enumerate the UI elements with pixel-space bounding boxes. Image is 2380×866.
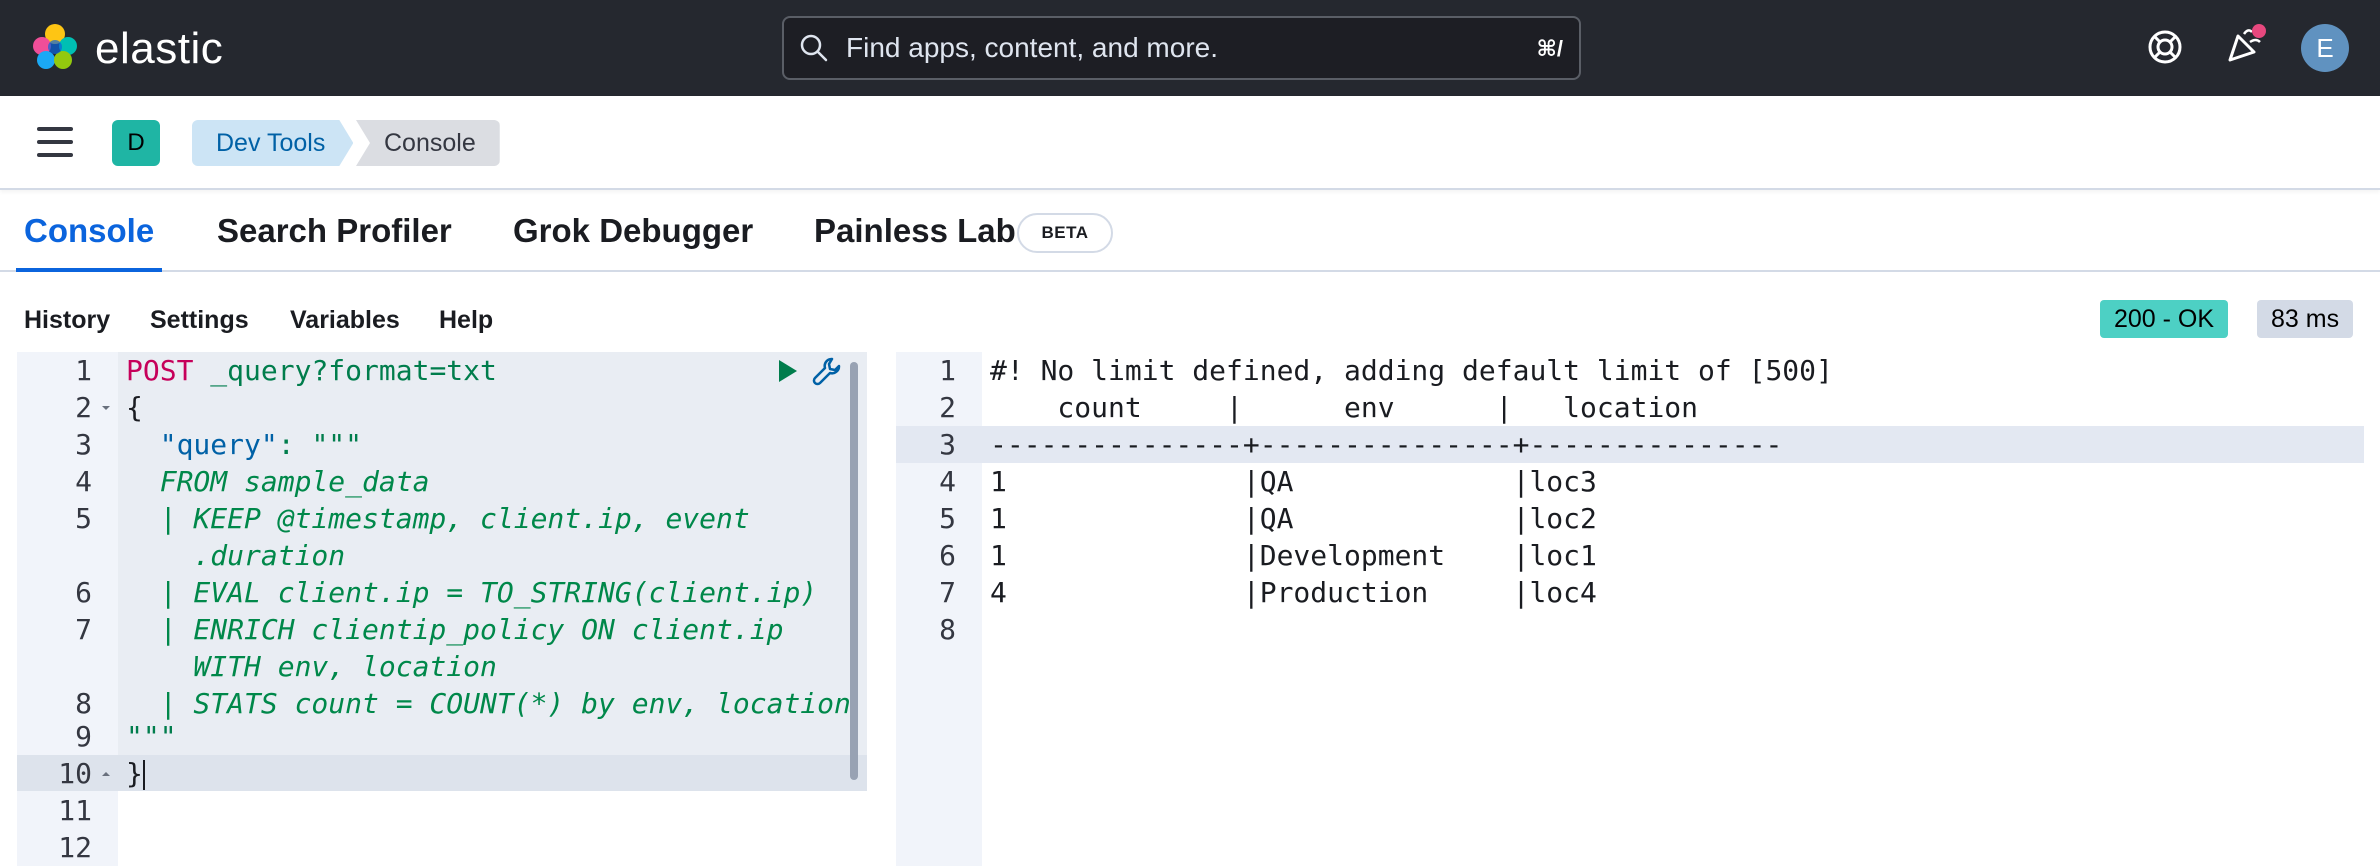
wrench-icon[interactable] [810, 354, 844, 388]
tab-search-profiler[interactable]: Search Profiler [217, 212, 452, 250]
tab-grok-debugger[interactable]: Grok Debugger [513, 212, 753, 250]
history-button[interactable]: History [24, 306, 110, 335]
line-number: 1 [75, 354, 92, 387]
search-input[interactable] [846, 30, 1466, 66]
duration-badge: 83 ms [2257, 300, 2354, 338]
line-number: 8 [75, 687, 92, 720]
closing-brace: } [126, 757, 143, 790]
code-line: "query": """ [126, 426, 362, 463]
code-line: { [126, 391, 143, 424]
esql-line: FROM sample_data [126, 465, 430, 498]
fold-open-icon[interactable] [100, 402, 112, 414]
line-number: 12 [58, 831, 92, 864]
query-separator: : """ [277, 428, 363, 461]
space-avatar[interactable]: D [112, 120, 160, 166]
menu-icon[interactable] [37, 127, 73, 157]
response-line: 1 |QA |loc3 [990, 465, 1597, 498]
line-number: 4 [75, 465, 92, 498]
tab-console[interactable]: Console [24, 212, 154, 250]
help-lifebuoy-icon[interactable] [2144, 26, 2186, 68]
search-icon [800, 34, 828, 62]
news-feed-icon[interactable] [2222, 22, 2268, 68]
line-number: 3 [939, 428, 956, 461]
elastic-logo-icon[interactable] [30, 22, 80, 72]
esql-line: .duration [126, 539, 346, 572]
variables-button[interactable]: Variables [290, 306, 400, 335]
editor-scrollbar[interactable] [850, 362, 858, 780]
line-number: 11 [58, 794, 92, 827]
line-number: 9 [75, 720, 92, 753]
line-number: 1 [939, 354, 956, 387]
line-number: 2 [939, 391, 956, 424]
code-line: """ [126, 720, 177, 753]
line-number: 4 [939, 465, 956, 498]
response-line: #! No limit defined, adding default limi… [990, 354, 1833, 387]
request-path: _query?format=txt [193, 354, 497, 387]
line-number: 8 [939, 613, 956, 646]
esql-line: | ENRICH clientip_policy ON client.ip [126, 613, 784, 646]
response-line: ---------------+---------------+--------… [990, 428, 1783, 461]
active-line-highlight [118, 755, 867, 791]
response-viewer[interactable]: 1 2 3 4 5 6 7 8 #! No limit defined, add… [896, 352, 2380, 866]
tab-painless-lab[interactable]: Painless Lab [814, 212, 1016, 250]
line-number: 7 [75, 613, 92, 646]
request-editor[interactable]: 1 2 3 4 5 6 7 8 9 10 11 12 POST _query?f… [17, 352, 867, 866]
line-number: 7 [939, 576, 956, 609]
code-line: } [126, 755, 145, 792]
active-tab-indicator [16, 268, 162, 272]
settings-button[interactable]: Settings [150, 306, 249, 335]
response-line: 4 |Production |loc4 [990, 576, 1597, 609]
global-header: elastic ⌘/ E [0, 0, 2380, 96]
global-search[interactable]: ⌘/ [782, 16, 1581, 80]
user-avatar[interactable]: E [2301, 24, 2349, 72]
breadcrumb-console: Console [356, 120, 500, 166]
pane-resizer[interactable] [880, 352, 896, 866]
esql-line: | STATS count = COUNT(*) by env, locatio… [126, 687, 851, 720]
code-line: POST _query?format=txt [126, 352, 497, 389]
text-cursor [142, 760, 145, 790]
esql-line: | EVAL client.ip = TO_STRING(client.ip) [126, 576, 818, 609]
search-shortcut: ⌘/ [1536, 36, 1563, 61]
line-number: 6 [939, 539, 956, 572]
app-subheader: D Dev Tools Console [0, 96, 2380, 190]
line-number: 10 [58, 757, 92, 790]
query-key: "query" [159, 428, 278, 461]
fold-close-icon[interactable] [100, 768, 112, 780]
dev-tools-tabs: Console Search Profiler Grok Debugger Pa… [0, 190, 2380, 272]
esql-line: | KEEP @timestamp, client.ip, event [126, 502, 750, 535]
response-line: 1 |QA |loc2 [990, 502, 1597, 535]
beta-badge: BETA [1017, 213, 1113, 253]
help-button[interactable]: Help [439, 306, 493, 335]
breadcrumb-dev-tools[interactable]: Dev Tools [192, 120, 353, 166]
play-icon[interactable] [772, 356, 802, 386]
brand-name[interactable]: elastic [95, 24, 223, 74]
response-line: count | env | location [990, 391, 1699, 424]
line-number: 5 [939, 502, 956, 535]
line-number: 2 [75, 391, 92, 424]
line-number: 6 [75, 576, 92, 609]
http-method: POST [126, 354, 194, 387]
response-line: 1 |Development |loc1 [990, 539, 1597, 572]
line-number: 3 [75, 428, 92, 461]
status-badge: 200 - OK [2100, 300, 2229, 338]
line-number: 5 [75, 502, 92, 535]
esql-line: WITH env, location [126, 650, 497, 683]
